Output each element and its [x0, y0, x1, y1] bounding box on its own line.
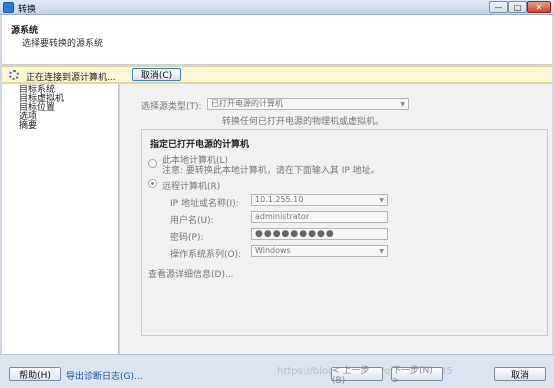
page-subtitle: 选择要转换的源系统 [22, 39, 104, 49]
export-diagnostic-logs-link[interactable]: 导出诊断日志(G)... [66, 369, 143, 382]
cancel-connection-button[interactable]: 取消(C) [132, 68, 181, 81]
os-family-label: 操作系统系列(O): [170, 250, 242, 260]
powered-on-machine-group: 指定已打开电源的计算机 此本地计算机(L) 注意: 要转换此本地计算机，请在下面… [141, 129, 548, 336]
minimize-button[interactable]: — [489, 1, 508, 13]
source-type-value: 已打开电源的计算机 [211, 99, 283, 108]
back-button[interactable]: < 上一步(B) [331, 366, 383, 386]
help-button[interactable]: 帮助(H) [9, 367, 61, 381]
maximize-button[interactable]: □ [508, 1, 527, 13]
source-type-hint: 转换任何已打开电源的物理机或虚拟机。 [222, 117, 385, 127]
wizard-footer: 帮助(H) 导出诊断日志(G)... https://blog.csdn.net… [0, 354, 554, 388]
chevron-down-icon: ▼ [379, 248, 384, 255]
os-family-value: Windows [255, 246, 291, 255]
view-source-details-link[interactable]: 查看源详细信息(D)... [148, 267, 234, 280]
page-title: 源系统 [11, 26, 39, 36]
os-family-select[interactable]: Windows ▼ [251, 245, 388, 257]
wizard-header: 源系统 选择要转换的源系统 [2, 15, 552, 65]
ip-address-label: IP 地址或名称(I): [170, 199, 239, 209]
ip-address-value: 10.1.255.10 [255, 195, 304, 204]
app-icon [3, 2, 14, 13]
loading-spinner-icon [9, 70, 19, 80]
close-icon: ✕ [535, 2, 543, 12]
local-machine-note: 注意: 要转换此本地计算机，请在下面输入其 IP 地址。 [162, 166, 380, 176]
remote-machine-label: 远程计算机(R) [162, 182, 221, 192]
next-button[interactable]: 下一步(N) > [391, 366, 443, 386]
connection-status-bar: 正在连接到源计算机... 取消(C) [2, 66, 552, 83]
close-button[interactable]: ✕ [527, 1, 551, 13]
username-label: 用户名(U): [170, 216, 214, 226]
local-machine-radio[interactable] [148, 159, 157, 168]
password-input[interactable]: ●●●●●●●●● [251, 228, 388, 240]
password-label: 密码(P): [170, 233, 204, 243]
title-bar: 转换 — □ ✕ [0, 0, 554, 15]
username-input[interactable]: administrator [251, 211, 388, 223]
source-system-panel: 选择源类型(T): 已打开电源的计算机 ▼ 转换任何已打开电源的物理机或虚拟机。… [120, 84, 552, 354]
window-title: 转换 [18, 5, 37, 15]
source-type-label: 选择源类型(T): [141, 102, 202, 112]
chevron-down-icon: ▼ [400, 101, 405, 108]
nav-item-summary[interactable]: 摘要 [19, 118, 37, 131]
maximize-icon: □ [513, 2, 522, 12]
ip-address-combobox[interactable]: 10.1.255.10 ▼ [251, 194, 388, 206]
group-title: 指定已打开电源的计算机 [150, 140, 250, 150]
wizard-steps-nav: 目标系统 目标虚拟机 目标位置 选项 摘要 [2, 84, 119, 354]
remote-machine-radio[interactable] [148, 179, 157, 188]
source-type-select[interactable]: 已打开电源的计算机 ▼ [207, 98, 409, 110]
minimize-icon: — [494, 2, 503, 12]
chevron-down-icon: ▼ [379, 197, 384, 204]
cancel-button[interactable]: 取消 [494, 367, 546, 381]
